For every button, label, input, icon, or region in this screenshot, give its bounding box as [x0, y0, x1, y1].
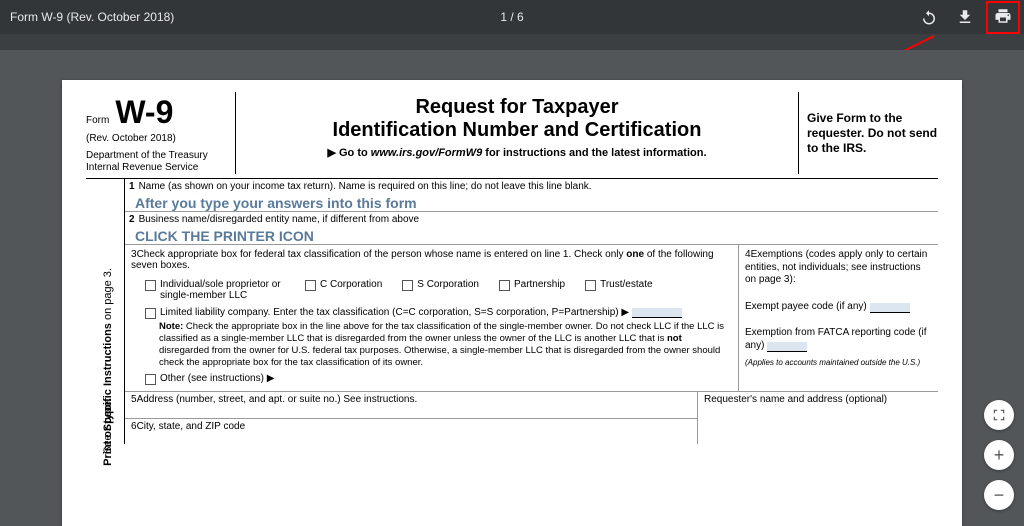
line-1: 1Name (as shown on your income tax retur…: [125, 179, 938, 194]
fit-page-button[interactable]: [984, 400, 1014, 430]
zoom-in-button[interactable]: +: [984, 440, 1014, 470]
side-labels: Print or type. See Specific Instructions…: [102, 268, 122, 526]
page-indicator: 1 / 6: [500, 10, 523, 24]
line-2-entry[interactable]: CLICK THE PRINTER ICON: [125, 227, 938, 245]
dept-line-2: Internal Revenue Service: [86, 162, 229, 174]
checkbox-icon[interactable]: [145, 280, 156, 291]
pdf-toolbar: Form W-9 (Rev. October 2018) 1 / 6: [0, 0, 1024, 34]
fatca-row: Exemption from FATCA reporting code (if …: [745, 327, 932, 352]
zoom-out-button[interactable]: −: [984, 480, 1014, 510]
header-left: Form W-9 (Rev. October 2018) Department …: [86, 92, 236, 174]
checkbox-icon[interactable]: [305, 280, 316, 291]
pdf-viewport[interactable]: Form W-9 (Rev. October 2018) Department …: [0, 50, 1024, 526]
header-center: Request for Taxpayer Identification Numb…: [236, 92, 798, 174]
cb-scorp[interactable]: S Corporation: [402, 279, 479, 291]
exempt-payee-row: Exempt payee code (if any): [745, 301, 932, 314]
float-controls: + −: [984, 400, 1014, 510]
download-icon[interactable]: [956, 8, 974, 26]
form-number: W-9: [115, 94, 173, 131]
dept-line-1: Department of the Treasury: [86, 150, 229, 162]
side-see-instructions: See Specific Instructions on page 3.: [102, 268, 114, 454]
line-1-entry[interactable]: After you type your answers into this fo…: [125, 194, 938, 212]
line-6: 6City, state, and ZIP code: [125, 418, 697, 444]
cb-partnership[interactable]: Partnership: [499, 279, 565, 291]
document-title: Form W-9 (Rev. October 2018): [10, 10, 174, 24]
form-title: Request for Taxpayer Identification Numb…: [244, 96, 790, 142]
line-3-4-row: 3Check appropriate box for federal tax c…: [125, 245, 938, 391]
fatca-field[interactable]: [767, 342, 807, 352]
toolbar-shadow: [0, 34, 1024, 50]
line-3-col: 3Check appropriate box for federal tax c…: [125, 245, 738, 391]
cb-other[interactable]: Other (see instructions) ▶: [145, 373, 732, 385]
checkbox-icon[interactable]: [145, 308, 156, 319]
form-word: Form: [86, 115, 109, 126]
applies-note: (Applies to accounts maintained outside …: [745, 358, 932, 368]
header-right-box: Give Form to the requester. Do not send …: [798, 92, 938, 174]
checkbox-icon[interactable]: [145, 374, 156, 385]
cb-llc[interactable]: Limited liability company. Enter the tax…: [145, 307, 732, 319]
form-header: Form W-9 (Rev. October 2018) Department …: [86, 92, 938, 179]
address-left: 5Address (number, street, and apt. or su…: [125, 392, 698, 444]
cb-individual[interactable]: Individual/sole proprietor or single-mem…: [145, 279, 285, 301]
checkbox-icon[interactable]: [402, 280, 413, 291]
rotate-icon[interactable]: [920, 8, 938, 26]
cb-ccorp[interactable]: C Corporation: [305, 279, 382, 291]
line-4-col: 4Exemptions (codes apply only to certain…: [738, 245, 938, 391]
llc-note: Note: Check the appropriate box in the l…: [159, 321, 732, 369]
checkbox-row-1: Individual/sole proprietor or single-mem…: [145, 279, 732, 301]
address-block: 5Address (number, street, and apt. or su…: [125, 391, 938, 444]
line-2: 2Business name/disregarded entity name, …: [125, 212, 938, 227]
requester-box: Requester's name and address (optional): [698, 392, 938, 444]
print-button-highlight: [986, 1, 1020, 34]
cb-trust[interactable]: Trust/estate: [585, 279, 652, 291]
form-body: 1Name (as shown on your income tax retur…: [124, 179, 938, 444]
print-icon[interactable]: [994, 7, 1012, 25]
revision-line: (Rev. October 2018): [86, 133, 229, 144]
checkbox-icon[interactable]: [499, 280, 510, 291]
exempt-payee-field[interactable]: [870, 303, 910, 313]
checkbox-icon[interactable]: [585, 280, 596, 291]
llc-classification-field[interactable]: [632, 308, 682, 318]
goto-line: ▶ Go to www.irs.gov/FormW9 for instructi…: [244, 146, 790, 159]
pdf-page: Form W-9 (Rev. October 2018) Department …: [62, 80, 962, 526]
line-5: 5Address (number, street, and apt. or su…: [125, 392, 697, 418]
